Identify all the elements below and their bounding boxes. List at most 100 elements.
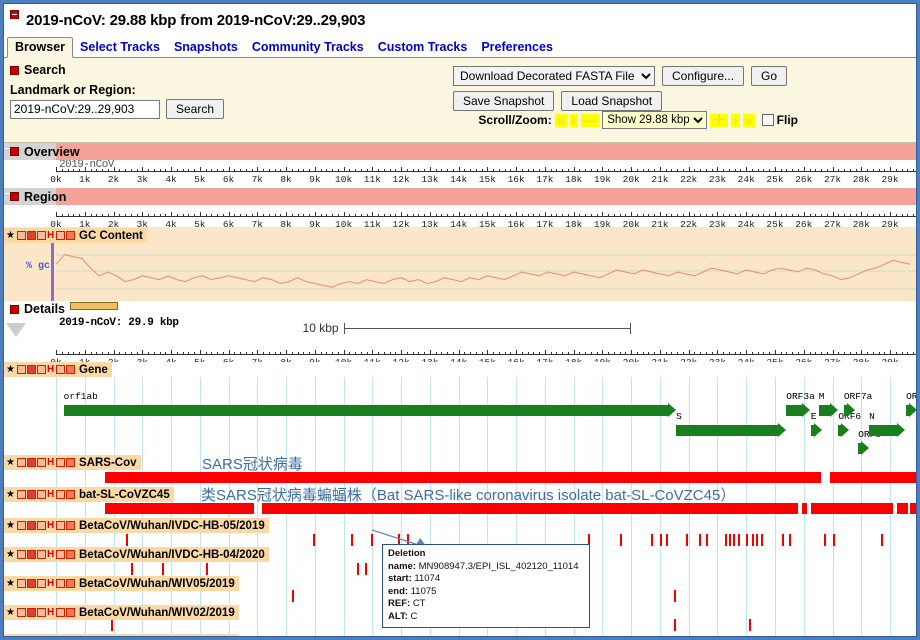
alignment-segment[interactable] xyxy=(897,503,908,514)
info-icon[interactable] xyxy=(66,231,75,240)
search-button[interactable]: Search xyxy=(166,99,224,119)
details-ruler[interactable]: 0k1k2k3k4k5k6k7k8k9k10k11k12k13k14k15k16… xyxy=(4,343,916,362)
variant-mark[interactable] xyxy=(824,534,826,546)
ivdc-hb-05-track[interactable]: ★ H BetaCoV/Wuhan/IVDC-HB-05/2019 xyxy=(4,518,916,547)
close-icon[interactable] xyxy=(27,608,36,617)
pin-icon[interactable]: H xyxy=(47,608,55,617)
variant-mark[interactable] xyxy=(756,534,758,546)
pin-icon[interactable]: H xyxy=(47,458,55,467)
scroll-far-right-icon[interactable]: » xyxy=(743,114,755,127)
gene-feature[interactable] xyxy=(869,425,898,436)
variant-mark[interactable] xyxy=(782,534,784,546)
favorite-star-icon[interactable]: ★ xyxy=(6,231,16,240)
favorite-star-icon[interactable]: ★ xyxy=(6,608,16,617)
edit-icon[interactable] xyxy=(56,608,65,617)
zoom-level-select[interactable]: Show 29.88 kbp xyxy=(602,111,707,129)
search-input[interactable] xyxy=(10,100,160,119)
variant-mark[interactable] xyxy=(881,534,883,546)
close-icon[interactable] xyxy=(27,550,36,559)
save-snapshot-button[interactable]: Save Snapshot xyxy=(453,91,554,111)
info-icon[interactable] xyxy=(66,550,75,559)
help-icon[interactable] xyxy=(37,365,46,374)
collapse-icon[interactable] xyxy=(10,192,19,201)
help-icon[interactable] xyxy=(37,521,46,530)
help-icon[interactable] xyxy=(37,231,46,240)
info-icon[interactable] xyxy=(66,608,75,617)
variant-mark[interactable] xyxy=(706,534,708,546)
variant-mark[interactable] xyxy=(651,534,653,546)
pin-icon[interactable]: H xyxy=(47,579,55,588)
edit-icon[interactable] xyxy=(56,550,65,559)
close-icon[interactable] xyxy=(27,521,36,530)
variant-mark[interactable] xyxy=(738,534,740,546)
variant-mark[interactable] xyxy=(357,563,359,575)
sars-cov-track-controls[interactable]: ★ H SARS-Cov xyxy=(4,455,141,470)
tab-browser[interactable]: Browser xyxy=(7,37,73,58)
help-icon[interactable] xyxy=(37,608,46,617)
gene-feature[interactable] xyxy=(844,405,848,416)
minimize-icon[interactable] xyxy=(17,231,26,240)
variant-mark[interactable] xyxy=(365,563,367,575)
variant-mark[interactable] xyxy=(746,534,748,546)
collapse-icon[interactable] xyxy=(10,305,19,314)
favorite-star-icon[interactable]: ★ xyxy=(6,579,16,588)
alignment-segment[interactable] xyxy=(105,503,255,514)
pin-icon[interactable]: H xyxy=(47,550,55,559)
variant-mark[interactable] xyxy=(686,534,688,546)
gene-feature[interactable] xyxy=(819,405,831,416)
tab-community-tracks[interactable]: Community Tracks xyxy=(245,38,371,57)
edit-icon[interactable] xyxy=(56,458,65,467)
info-icon[interactable] xyxy=(66,521,75,530)
bat-sl-covzc45-track[interactable]: ★ H bat-SL-CoVZC45 类SARS冠状病毒蝙蝠株（Bat SARS… xyxy=(4,487,916,518)
variant-mark[interactable] xyxy=(761,534,763,546)
variant-mark[interactable] xyxy=(733,534,735,546)
sars-cov-track[interactable]: ★ H SARS-Cov SARS冠状病毒 xyxy=(4,455,916,487)
minimize-icon[interactable] xyxy=(17,490,26,499)
wiv04-track-controls[interactable]: ★ H BetaCoV/Wuhan/WIV04/2019 xyxy=(4,634,239,637)
gene-feature[interactable] xyxy=(786,405,803,416)
edit-icon[interactable] xyxy=(56,365,65,374)
variant-mark[interactable] xyxy=(729,534,731,546)
minimize-icon[interactable] xyxy=(17,608,26,617)
zoom-out-icon[interactable]: — xyxy=(581,114,599,127)
alignment-segment[interactable] xyxy=(802,503,806,514)
ivdc-hb-05-track-controls[interactable]: ★ H BetaCoV/Wuhan/IVDC-HB-05/2019 xyxy=(4,518,269,533)
load-snapshot-button[interactable]: Load Snapshot xyxy=(561,91,662,111)
variant-mark[interactable] xyxy=(752,534,754,546)
gene-feature[interactable] xyxy=(838,425,842,436)
gene-feature[interactable] xyxy=(811,425,815,436)
minimize-icon[interactable] xyxy=(17,521,26,530)
zoom-in-icon[interactable]: ＋ xyxy=(710,114,728,127)
gc-content-plot[interactable]: % gc xyxy=(4,243,916,301)
minimize-icon[interactable] xyxy=(17,458,26,467)
favorite-star-icon[interactable]: ★ xyxy=(6,490,16,499)
variant-mark[interactable] xyxy=(620,534,622,546)
info-icon[interactable] xyxy=(66,458,75,467)
help-icon[interactable] xyxy=(37,550,46,559)
variant-mark[interactable] xyxy=(111,619,113,631)
minimize-icon[interactable] xyxy=(17,365,26,374)
pin-icon[interactable]: H xyxy=(47,231,55,240)
favorite-star-icon[interactable]: ★ xyxy=(6,521,16,530)
pin-icon[interactable]: H xyxy=(47,521,55,530)
variant-mark[interactable] xyxy=(292,590,294,602)
edit-icon[interactable] xyxy=(56,521,65,530)
help-icon[interactable] xyxy=(37,490,46,499)
variant-mark[interactable] xyxy=(162,563,164,575)
collapse-icon[interactable] xyxy=(10,66,19,75)
variant-mark[interactable] xyxy=(674,619,676,631)
minimize-icon[interactable] xyxy=(17,579,26,588)
favorite-star-icon[interactable]: ★ xyxy=(6,365,16,374)
info-icon[interactable] xyxy=(66,365,75,374)
configure-button[interactable]: Configure... xyxy=(662,66,744,86)
variant-mark[interactable] xyxy=(131,563,133,575)
variant-mark[interactable] xyxy=(833,534,835,546)
ivdc-hb-04-track-controls[interactable]: ★ H BetaCoV/Wuhan/IVDC-HB-04/2020 xyxy=(4,547,269,562)
variant-mark[interactable] xyxy=(351,534,353,546)
help-icon[interactable] xyxy=(37,579,46,588)
scroll-left-icon[interactable]: ‹ xyxy=(570,114,579,127)
bat-track-controls[interactable]: ★ H bat-SL-CoVZC45 xyxy=(4,487,174,502)
tab-select-tracks[interactable]: Select Tracks xyxy=(73,38,167,57)
close-icon[interactable] xyxy=(27,365,36,374)
help-icon[interactable] xyxy=(37,458,46,467)
